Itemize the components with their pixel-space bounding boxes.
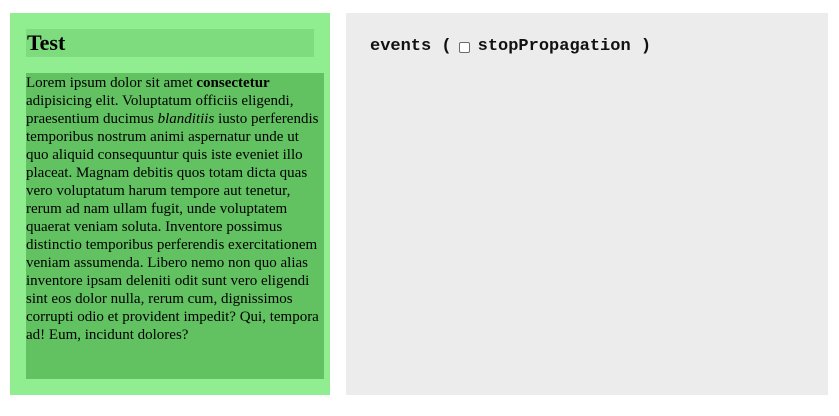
close-paren-spacer — [631, 37, 641, 57]
paragraph-bold-word: consectetur — [196, 75, 270, 91]
paragraph-part-1: Lorem ipsum dolor sit amet — [26, 75, 197, 91]
card-paragraph: Lorem ipsum dolor sit amet consectetur a… — [26, 73, 324, 379]
open-paren-text: ( — [441, 37, 452, 56]
paragraph-part-3: iusto perferendis temporibus nostrum ani… — [26, 111, 319, 343]
close-paren-text: ) — [640, 37, 652, 56]
events-options-row: events ( stopPropagation ) — [370, 37, 651, 57]
events-label: events — [370, 37, 432, 56]
events-panel: events ( stopPropagation ) — [346, 13, 828, 395]
stop-propagation-checkbox[interactable] — [458, 41, 470, 53]
paragraph-text: Lorem ipsum dolor sit amet consectetur a… — [26, 74, 324, 344]
card-title: Test — [26, 29, 314, 57]
stop-propagation-label[interactable]: stopPropagation — [478, 37, 631, 57]
paragraph-italic-word: blanditiis — [157, 111, 215, 127]
open-paren — [431, 37, 441, 57]
test-card: Test Lorem ipsum dolor sit amet consecte… — [10, 13, 330, 395]
